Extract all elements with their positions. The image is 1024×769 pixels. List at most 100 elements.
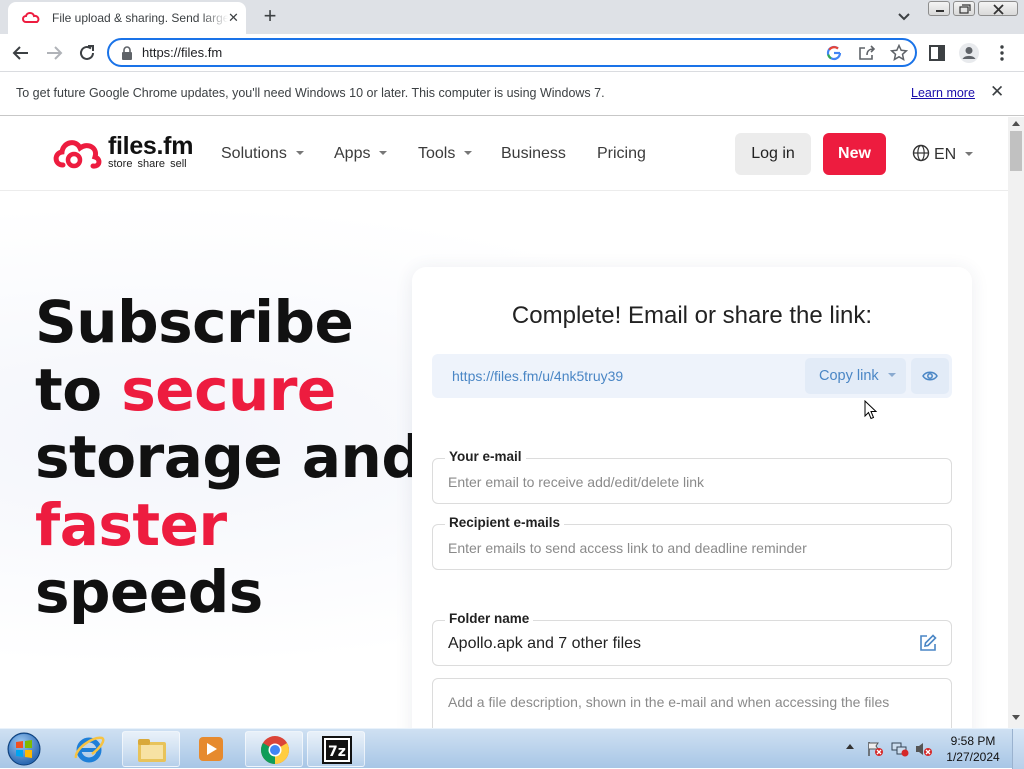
window-close-button[interactable] <box>978 1 1018 16</box>
web-page: files.fm store share sell Solutions Apps… <box>0 117 1008 728</box>
scroll-up-arrow-icon[interactable] <box>1012 121 1020 126</box>
learn-more-link[interactable]: Learn more <box>911 86 975 100</box>
address-bar[interactable]: https://files.fm <box>107 38 917 67</box>
menu-kebab-icon[interactable] <box>991 42 1013 64</box>
globe-icon <box>912 144 930 162</box>
folder-name-field[interactable]: Apollo.apk and 7 other files <box>432 620 952 666</box>
network-icon[interactable] <box>890 741 910 757</box>
clock-time: 9:58 PM <box>950 734 996 748</box>
nav-tools-label: Tools <box>418 145 456 162</box>
chrome-icon <box>261 736 289 764</box>
bookmark-star-icon[interactable] <box>890 44 908 62</box>
google-lens-icon[interactable] <box>826 45 842 61</box>
action-center-flag-icon[interactable] <box>866 741 884 757</box>
preview-button[interactable] <box>911 358 949 394</box>
page-scrollbar[interactable] <box>1008 117 1024 728</box>
update-infobar: To get future Google Chrome updates, you… <box>0 72 1024 116</box>
infobar-close-icon[interactable]: ✕ <box>990 82 1004 102</box>
cloud-logo-icon <box>53 140 102 169</box>
files-fm-favicon-icon <box>22 12 40 23</box>
scrollbar-thumb[interactable] <box>1010 131 1022 171</box>
eye-icon <box>922 371 938 381</box>
share-link-url[interactable]: https://files.fm/u/4nk5truy39 <box>452 368 623 384</box>
language-selector[interactable]: EN <box>912 144 974 164</box>
close-icon <box>993 4 1004 15</box>
show-desktop-button[interactable] <box>1012 729 1024 769</box>
share-card: Complete! Email or share the link: https… <box>412 267 972 728</box>
infobar-message: To get future Google Chrome updates, you… <box>16 86 605 100</box>
browser-toolbar: https://files.fm <box>0 34 1024 72</box>
share-link-row: https://files.fm/u/4nk5truy39 Copy link <box>432 354 952 398</box>
show-hidden-icons-icon[interactable] <box>846 744 854 749</box>
tab-close-icon[interactable]: ✕ <box>228 10 239 26</box>
nav-pricing[interactable]: Pricing <box>597 145 646 163</box>
card-title: Complete! Email or share the link: <box>511 302 873 329</box>
share-icon[interactable] <box>858 45 876 61</box>
caret-down-icon <box>965 152 974 156</box>
description-placeholder: Add a file description, shown in the e-m… <box>448 694 890 710</box>
new-button[interactable]: New <box>823 133 886 175</box>
internet-explorer-icon[interactable] <box>72 732 106 766</box>
logo-text: files.fm <box>108 132 194 160</box>
forward-arrow-icon[interactable] <box>43 42 65 64</box>
folder-name-label: Folder name <box>445 611 534 626</box>
folder-name-value: Apollo.apk and 7 other files <box>448 635 642 652</box>
nav-solutions[interactable]: Solutions <box>221 145 304 163</box>
profile-avatar-icon[interactable] <box>958 42 980 64</box>
nav-business[interactable]: Business <box>501 145 566 163</box>
nav-apps[interactable]: Apps <box>334 145 388 163</box>
tab-title: File upload & sharing. Send large files <box>52 11 228 25</box>
language-code: EN <box>934 146 957 163</box>
files-fm-logo[interactable]: files.fm store share sell <box>52 132 202 173</box>
restore-button[interactable] <box>953 1 975 16</box>
hero-highlight-secure: secure <box>121 355 336 424</box>
svg-text:7z: 7z <box>328 744 346 760</box>
windows-taskbar: 7z 9:58 PM 1/27/2024 <box>0 728 1024 769</box>
site-header: files.fm store share sell Solutions Apps… <box>0 117 1008 191</box>
copy-link-label: Copy link <box>819 368 879 384</box>
minimize-icon <box>936 10 944 12</box>
description-field[interactable]: Add a file description, shown in the e-m… <box>432 678 952 728</box>
hero-line-2: to secure <box>35 355 422 425</box>
caret-down-icon <box>887 373 896 377</box>
start-button-icon[interactable] <box>4 731 44 767</box>
browser-tab[interactable]: File upload & sharing. Send large files … <box>8 2 246 34</box>
nav-apps-label: Apps <box>334 145 371 162</box>
minimize-button[interactable] <box>928 1 950 16</box>
folder-icon <box>138 739 166 762</box>
media-player-icon[interactable] <box>196 733 226 765</box>
recipient-emails-label: Recipient e-mails <box>445 515 565 530</box>
taskbar-chrome[interactable] <box>245 731 303 767</box>
system-clock[interactable]: 9:58 PM 1/27/2024 <box>938 733 1008 765</box>
mouse-cursor-icon <box>864 400 878 420</box>
recipient-placeholder: Enter emails to send access link to and … <box>448 540 807 556</box>
taskbar-explorer[interactable] <box>122 731 180 767</box>
login-button[interactable]: Log in <box>735 133 811 175</box>
hero-line-1: Subscribe <box>35 288 354 356</box>
tab-strip: File upload & sharing. Send large files … <box>0 0 1024 34</box>
taskbar-7zip[interactable]: 7z <box>307 731 365 767</box>
hero-highlight-faster: faster <box>35 490 227 559</box>
volume-muted-icon[interactable] <box>914 741 934 757</box>
reload-icon[interactable] <box>76 42 98 64</box>
side-panel-icon[interactable] <box>926 42 948 64</box>
tab-search-chevron-icon[interactable] <box>896 10 912 24</box>
url-text[interactable]: https://files.fm <box>142 45 222 60</box>
lock-icon[interactable] <box>121 46 133 60</box>
nav-tools[interactable]: Tools <box>418 145 473 163</box>
copy-link-button[interactable]: Copy link <box>805 358 906 394</box>
new-tab-button[interactable]: + <box>258 4 282 28</box>
back-arrow-icon[interactable] <box>10 42 32 64</box>
logo-tagline: store share sell <box>108 158 187 170</box>
edit-icon[interactable] <box>919 634 937 652</box>
hero-headline: Subscribe to secure storage and faster s… <box>35 288 423 627</box>
recipient-emails-field[interactable]: Enter emails to send access link to and … <box>432 524 952 570</box>
hero-line-2-word: to <box>35 355 102 424</box>
scroll-down-arrow-icon[interactable] <box>1012 715 1020 720</box>
caret-down-icon <box>379 151 388 155</box>
restore-icon <box>959 4 971 14</box>
hero-line-3: storage and <box>35 423 423 491</box>
caret-down-icon <box>295 151 304 155</box>
email-field[interactable]: Enter email to receive add/edit/delete l… <box>432 458 952 504</box>
nav-solutions-label: Solutions <box>221 145 287 162</box>
